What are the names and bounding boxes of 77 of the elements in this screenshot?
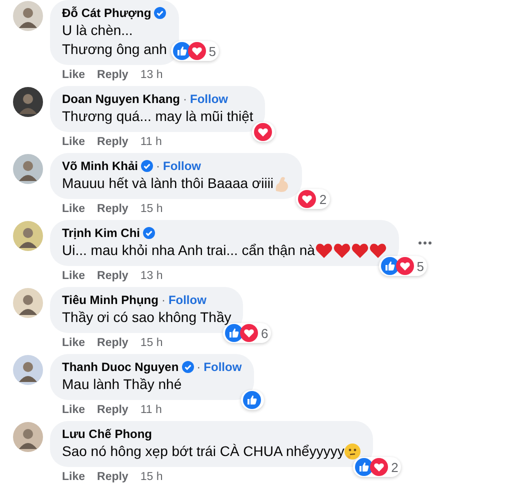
comment-time: 15 h xyxy=(140,336,163,351)
comment-time: 13 h xyxy=(140,68,163,83)
comment-time: 11 h xyxy=(140,135,162,150)
love-reaction-icon xyxy=(188,42,206,60)
comment-time: 15 h xyxy=(140,202,163,217)
love-reaction-icon xyxy=(240,324,258,342)
separator-dot: · xyxy=(161,293,166,307)
reaction-summary[interactable]: 5 xyxy=(378,256,427,276)
comment-text: U là chèn... xyxy=(62,21,133,40)
reply-link[interactable]: Reply xyxy=(97,470,128,483)
follow-link[interactable]: Follow xyxy=(168,292,206,308)
avatar-icon[interactable] xyxy=(13,154,43,184)
reaction-count: 5 xyxy=(416,258,424,274)
heart-emoji-icon xyxy=(350,242,369,258)
like-link[interactable]: Like xyxy=(62,68,86,83)
love-reaction-icon xyxy=(298,190,316,208)
heart-emoji-icon xyxy=(314,242,333,258)
reaction-summary[interactable]: 2 xyxy=(353,457,402,477)
follow-link[interactable]: Follow xyxy=(163,158,201,174)
reaction-summary[interactable]: 2 xyxy=(296,189,330,209)
comment-text: Mauuu hết và lành thôi Baaaa ơiiii xyxy=(62,174,274,193)
flexed-arm-emoji-icon xyxy=(274,174,290,192)
reaction-summary[interactable] xyxy=(240,390,264,410)
like-link[interactable]: Like xyxy=(62,470,86,483)
like-reaction-icon xyxy=(242,391,261,409)
like-reaction-icon xyxy=(380,257,399,275)
comment-text: Ui... mau khỏi nha Anh trai... cẩn thận nà xyxy=(62,241,315,260)
reaction-count: 6 xyxy=(261,326,268,340)
reaction-summary[interactable] xyxy=(252,122,276,142)
reply-link[interactable]: Reply xyxy=(97,68,128,83)
like-link[interactable]: Like xyxy=(62,202,86,217)
follow-link[interactable]: Follow xyxy=(190,91,228,107)
comment-text: Thương ông anh xyxy=(62,40,167,59)
avatar-icon[interactable] xyxy=(13,288,43,318)
commenter-name[interactable]: Thanh Duoc Nguyen xyxy=(62,359,179,375)
love-reaction-icon xyxy=(254,123,272,141)
avatar-icon[interactable] xyxy=(13,87,43,117)
like-link[interactable]: Like xyxy=(62,403,86,418)
love-reaction-icon xyxy=(370,458,388,476)
reaction-summary[interactable]: 5 xyxy=(170,41,219,61)
comment-time: 13 h xyxy=(140,269,163,284)
avatar-icon[interactable] xyxy=(13,221,43,251)
separator-dot: · xyxy=(156,159,160,173)
reaction-count: 2 xyxy=(391,460,398,474)
avatar-icon[interactable] xyxy=(13,1,43,31)
commenter-name[interactable]: Trịnh Kim Chi xyxy=(62,225,140,241)
comment-text: Mau lành Thầy nhé xyxy=(62,375,182,394)
like-link[interactable]: Like xyxy=(62,336,86,351)
love-reaction-icon xyxy=(396,257,414,275)
like-reaction-icon xyxy=(172,42,191,60)
commenter-name[interactable]: Võ Minh Khải xyxy=(62,158,138,174)
like-link[interactable]: Like xyxy=(62,135,86,150)
reaction-count: 5 xyxy=(208,44,216,58)
comment-text: Sao nó hông xẹp bớt trái CÀ CHUA nhểyyyyy xyxy=(62,442,344,461)
reaction-count: 2 xyxy=(319,192,327,206)
comment-time: 11 h xyxy=(140,403,162,418)
comment-time: 15 h xyxy=(140,470,163,483)
commenter-name[interactable]: Đỗ Cát Phượng xyxy=(62,5,152,21)
like-link[interactable]: Like xyxy=(62,269,86,284)
reply-link[interactable]: Reply xyxy=(97,202,128,217)
commenter-name[interactable]: Tiêu Minh Phụng xyxy=(62,292,158,308)
separator-dot: · xyxy=(183,92,188,106)
more-icon xyxy=(418,241,432,245)
reply-link[interactable]: Reply xyxy=(97,336,128,351)
commenter-name[interactable]: Doan Nguyen Khang xyxy=(62,91,180,107)
commenter-name[interactable]: Lưu Chế Phong xyxy=(62,426,152,442)
follow-link[interactable]: Follow xyxy=(204,359,242,375)
avatar-icon[interactable] xyxy=(13,422,43,452)
comment-text: Thương quá... may là mũi thiệt xyxy=(62,107,254,126)
reply-link[interactable]: Reply xyxy=(97,269,128,284)
separator-dot: · xyxy=(196,360,201,374)
heart-emoji-icon xyxy=(368,242,387,258)
avatar-icon[interactable] xyxy=(13,355,43,385)
thinking-emoji-icon xyxy=(344,443,362,460)
reply-link[interactable]: Reply xyxy=(97,135,128,150)
reply-link[interactable]: Reply xyxy=(97,403,128,418)
heart-emoji-icon xyxy=(332,242,351,258)
